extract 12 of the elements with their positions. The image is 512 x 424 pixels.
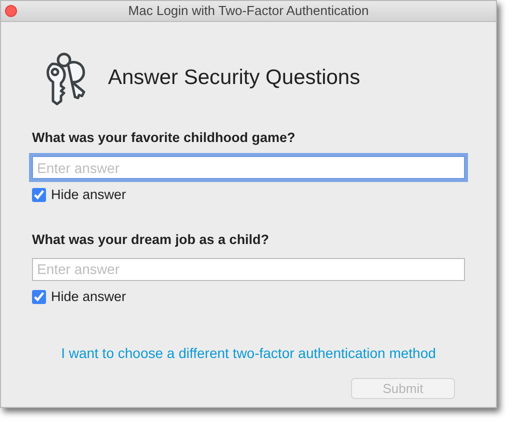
answer-field[interactable]: Enter answer [32,156,465,180]
hide-answer-checkbox[interactable] [32,188,46,202]
hide-answer-checkbox[interactable] [32,290,46,304]
alternate-method-link[interactable]: I want to choose a different two-factor authentication method [61,345,436,361]
answer-field[interactable]: Enter answer [32,258,465,281]
question-label: What was your dream job as a child? [32,230,270,249]
checkbox-label: Hide answer [51,288,126,306]
dialog-heading: Answer Security Questions [108,65,360,92]
close-button[interactable] [5,5,17,17]
checkbox-label: Hide answer [51,186,126,204]
window-title: Mac Login with Two-Factor Authentication [128,3,369,18]
question-label: What was your favorite childhood game? [32,129,296,147]
